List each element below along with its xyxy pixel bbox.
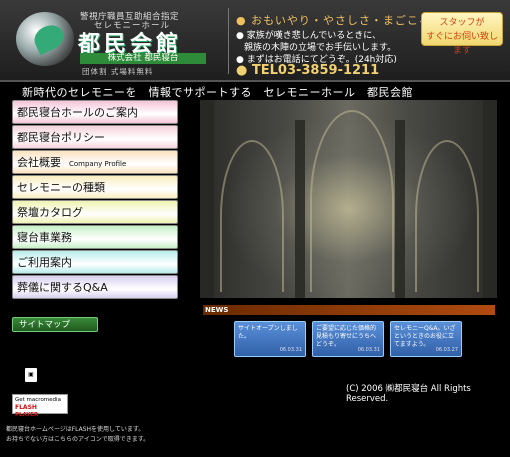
document-icon[interactable]: ▣ (25, 368, 37, 382)
staff-button-line-2: すぐにお伺い致します (425, 32, 498, 56)
copyright: (C) 2006 ㈱都民寝台 All Rights Reserved. (346, 384, 471, 404)
logo-bottom-text: 団体割 式場料無料 (82, 67, 154, 76)
staff-button-line-1: スタッフが (439, 18, 485, 28)
phone-number: ● TEL03-3859-1211 (236, 63, 380, 78)
menu-item-label: 都民寝台ポリシー (17, 131, 105, 144)
news-item[interactable]: ご要望に応じた価格的見積もり寄せにうちへどうぞ。 06.03.31 (312, 321, 384, 357)
arch-center (310, 110, 394, 292)
pillar (295, 120, 305, 298)
arch-left (220, 140, 284, 292)
pillar (395, 120, 405, 298)
menu-item[interactable]: 葬儀に関するQ&A (12, 275, 178, 299)
flash-line-2: FLASH (15, 404, 37, 411)
menu-item-label: 都民寝台ホールのご案内 (17, 106, 138, 119)
news-item-date: 06.03.31 (279, 347, 302, 353)
menu-item[interactable]: 都民寝台ポリシー (12, 125, 178, 149)
arch-right (415, 140, 479, 292)
pillar (200, 100, 214, 298)
staff-visit-button[interactable]: スタッフが すぐにお伺い致します (421, 12, 503, 56)
pillar (483, 100, 497, 298)
flash-player-badge[interactable]: Get macromedia FLASH PLAYER (12, 394, 68, 418)
menu-item-label: 祭壇カタログ (17, 206, 83, 219)
menu-item[interactable]: 祭壇カタログ (12, 200, 178, 224)
menu-item-label: ご利用案内 (17, 256, 72, 269)
header-divider (228, 8, 229, 74)
menu-item-label: 寝台車業務 (17, 231, 72, 244)
flash-note-1: 都民寝台ホームページはFLASHを使用しています。 (6, 426, 145, 433)
menu-item-label: セレモニーの種類 (17, 181, 105, 194)
news-item[interactable]: セレモニーQ&A。いざというときのお役に立てますよう。 06.03.27 (390, 321, 462, 357)
news-item-text: サイトオープンしました。 (238, 325, 298, 340)
menu-item[interactable]: 寝台車業務 (12, 225, 178, 249)
menu-item-sublabel: Company Profile (69, 160, 127, 168)
news-item-date: 06.03.27 (435, 347, 458, 353)
page-subtitle: 新時代のセレモニーを 情報でサポートする セレモニーホール 都民会館 (22, 86, 413, 99)
news-item-date: 06.03.31 (357, 347, 380, 353)
logo-title[interactable]: 都民会館 (78, 26, 218, 57)
news-label: NEWS (205, 306, 229, 314)
menu-item-label: 会社概要 (17, 156, 61, 169)
news-header-bar (203, 305, 495, 315)
news-item[interactable]: サイトオープンしました。 06.03.31 (234, 321, 306, 357)
menu-item[interactable]: 会社概要 Company Profile (12, 150, 178, 174)
flash-note-2: お持ちでない方はこちらのアイコンで取得できます。 (6, 436, 150, 443)
sitemap-button[interactable]: サイトマップ (12, 317, 98, 332)
hero-church-image (200, 100, 497, 298)
menu-item[interactable]: ご利用案内 (12, 250, 178, 274)
logo-company: 株式会社 都民寝台 (80, 53, 206, 64)
menu-item[interactable]: 都民寝台ホールのご案内 (12, 100, 178, 124)
logo-mark-icon[interactable] (16, 12, 74, 66)
flash-line-3: PLAYER (15, 412, 39, 418)
menu-item-label: 葬儀に関するQ&A (17, 281, 108, 294)
flash-line-1: Get macromedia (15, 397, 61, 403)
tagline: ● おもいやり・やさしさ・まごころ (236, 14, 431, 27)
menu-item[interactable]: セレモニーの種類 (12, 175, 178, 199)
